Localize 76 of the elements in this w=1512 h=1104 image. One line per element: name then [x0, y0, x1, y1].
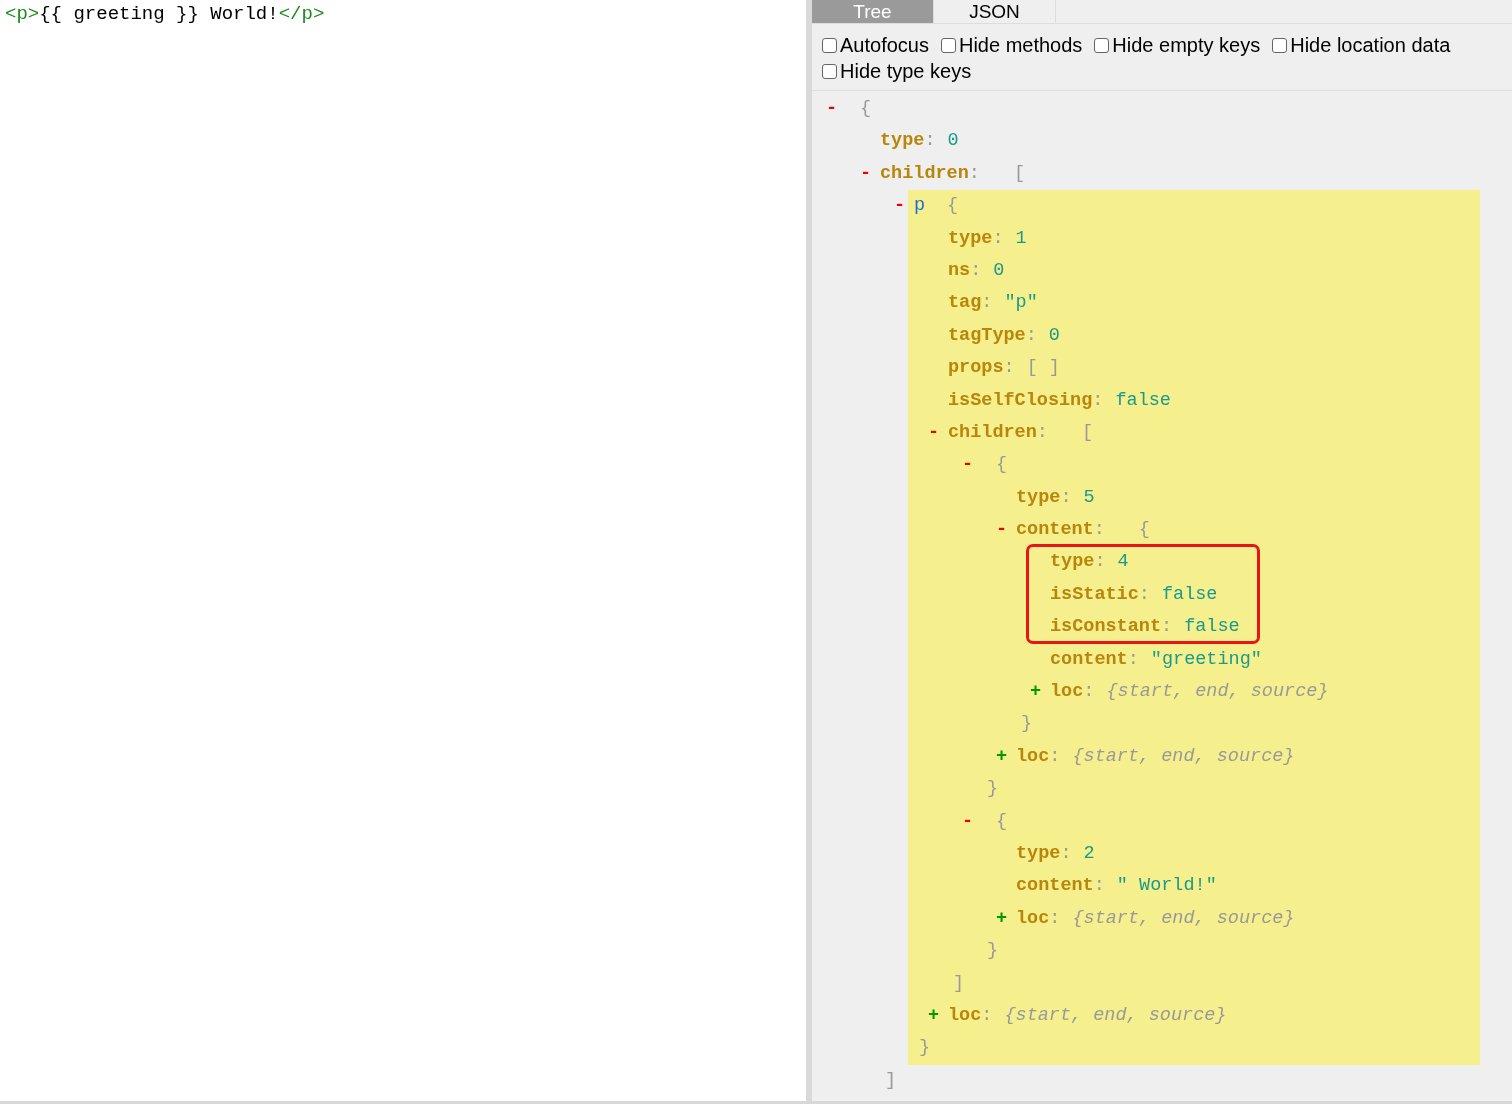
property-key: isConstant:: [1050, 611, 1185, 644]
empty-array-bracket: [ ]: [1026, 356, 1060, 381]
property-value: 1: [1015, 226, 1027, 251]
collapsed-summary: {start, end, source}: [1072, 744, 1295, 769]
property-key: content:: [1016, 870, 1117, 903]
collapse-toggle[interactable]: -: [826, 93, 846, 126]
bracket: {: [947, 194, 959, 219]
code-line: <p>{{ greeting }} World!</p>: [4, 2, 326, 27]
bracket: ]: [885, 1068, 897, 1093]
property-value: "greeting": [1150, 647, 1262, 672]
property-key: type:: [880, 125, 948, 158]
collapsed-summary: {start, end, source}: [1072, 906, 1295, 931]
checkbox[interactable]: [940, 37, 956, 53]
property-key: ns:: [948, 254, 994, 288]
property-value: false: [1161, 582, 1218, 607]
expand-toggle[interactable]: +: [996, 740, 1016, 774]
property-value: 0: [993, 258, 1005, 283]
collapse-toggle[interactable]: -: [860, 157, 880, 191]
bracket: {: [996, 809, 1008, 834]
property-value: " World!": [1116, 874, 1217, 899]
collapse-toggle[interactable]: -: [962, 449, 982, 482]
node-label[interactable]: p: [914, 190, 926, 223]
property-value: "p": [1004, 291, 1038, 316]
collapsed-summary: {start, end, source}: [1004, 1003, 1227, 1028]
property-value: 4: [1117, 550, 1129, 575]
property-key: loc:: [1016, 902, 1073, 936]
tab[interactable]: Tree: [812, 0, 934, 23]
bracket: }: [1021, 712, 1033, 737]
checkbox[interactable]: [1272, 37, 1288, 53]
property-value: 0: [1048, 323, 1060, 348]
bracket: {: [996, 453, 1008, 478]
collapse-toggle[interactable]: -: [894, 190, 914, 223]
property-key: type:: [1050, 546, 1118, 579]
property-key: tag:: [948, 287, 1005, 320]
property-key: loc:: [948, 999, 1005, 1033]
property-key: tagType:: [948, 319, 1049, 353]
property-value: false: [1115, 388, 1171, 413]
collapsed-summary: {start, end, source}: [1106, 680, 1329, 705]
expand-toggle[interactable]: +: [1030, 676, 1050, 709]
property-value: 2: [1083, 842, 1095, 866]
property-key: type:: [1016, 838, 1084, 871]
property-key: content:: [1050, 643, 1151, 677]
property-key: loc:: [1016, 740, 1073, 774]
bracket: }: [987, 939, 999, 964]
checkbox[interactable]: [822, 37, 837, 53]
property-key: props:: [948, 352, 1027, 385]
property-key: loc:: [1050, 676, 1107, 709]
bracket: ]: [953, 971, 965, 996]
checkbox[interactable]: [822, 63, 837, 79]
collapse-toggle[interactable]: -: [928, 416, 948, 450]
property-key: children:: [880, 157, 992, 191]
collapse-toggle[interactable]: -: [962, 805, 982, 838]
property-key: type:: [948, 222, 1016, 255]
bracket: {: [860, 97, 872, 121]
option-label[interactable]: Hide methods: [958, 32, 1083, 58]
expand-toggle[interactable]: +: [996, 902, 1016, 936]
property-value: 5: [1083, 485, 1095, 510]
bracket: }: [987, 777, 999, 802]
property-value: false: [1184, 615, 1240, 640]
property-key: type:: [1016, 481, 1084, 515]
checkbox[interactable]: [1094, 37, 1110, 53]
collapse-toggle[interactable]: -: [996, 514, 1016, 547]
option-label[interactable]: Autofocus: [840, 32, 929, 58]
property-key: isStatic:: [1050, 578, 1162, 612]
property-key: children:: [948, 416, 1060, 450]
bracket: [: [1081, 420, 1094, 445]
expand-toggle[interactable]: +: [928, 999, 948, 1033]
property-key: content:: [1016, 514, 1117, 547]
property-key: isSelfClosing:: [948, 384, 1116, 417]
property-value: 0: [947, 129, 959, 154]
option-label[interactable]: Hide type keys: [840, 58, 972, 84]
bracket: {: [1138, 518, 1150, 543]
option-label[interactable]: Hide empty keys: [1112, 32, 1261, 58]
option-label[interactable]: Hide location data: [1290, 32, 1451, 58]
bracket: [: [1013, 161, 1026, 186]
bracket: }: [919, 1036, 931, 1061]
